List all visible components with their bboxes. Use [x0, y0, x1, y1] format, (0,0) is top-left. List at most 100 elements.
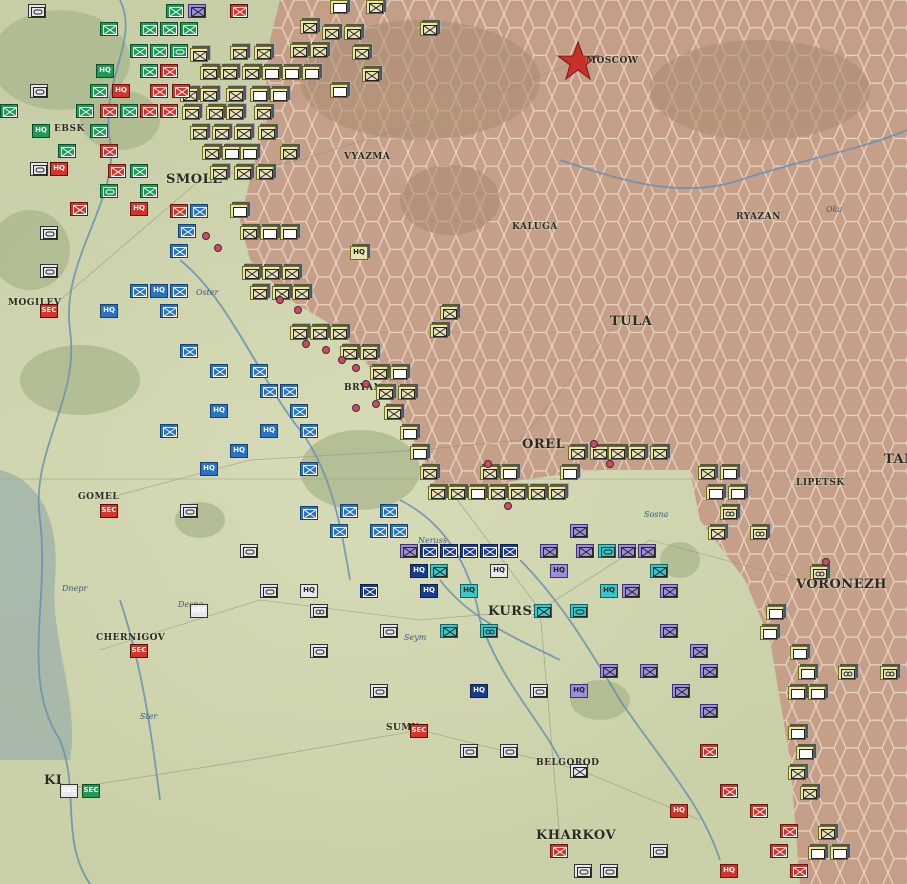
infantry-unit-counter[interactable] — [330, 524, 348, 538]
combat-marker-icon[interactable] — [484, 460, 492, 468]
infantry-unit-counter[interactable] — [576, 544, 594, 558]
headquarters-unit-counter[interactable]: HQ — [460, 584, 478, 598]
infantry-unit-counter[interactable] — [140, 64, 158, 78]
infantry-unit-counter[interactable] — [172, 84, 190, 98]
armor-unit-counter[interactable] — [530, 684, 548, 698]
blank-unit-counter[interactable] — [260, 226, 278, 240]
headquarters-unit-counter[interactable]: HQ — [300, 584, 318, 598]
blank-unit-counter[interactable] — [222, 146, 240, 160]
infantry-unit-counter[interactable] — [230, 4, 248, 18]
infantry-unit-counter[interactable] — [76, 104, 94, 118]
infantry-unit-counter[interactable] — [280, 384, 298, 398]
armor-unit-counter[interactable] — [30, 84, 48, 98]
infantry-unit-counter[interactable] — [180, 22, 198, 36]
motorized-unit-counter[interactable] — [810, 566, 828, 580]
infantry-unit-counter[interactable] — [140, 104, 158, 118]
combat-marker-icon[interactable] — [352, 404, 360, 412]
headquarters-unit-counter[interactable]: HQ — [210, 404, 228, 418]
infantry-unit-counter[interactable] — [250, 364, 268, 378]
motorized-unit-counter[interactable] — [310, 604, 328, 618]
armor-unit-counter[interactable] — [570, 604, 588, 618]
infantry-unit-counter[interactable] — [700, 744, 718, 758]
infantry-unit-counter[interactable] — [480, 466, 498, 480]
infantry-unit-counter[interactable] — [440, 624, 458, 638]
infantry-unit-counter[interactable] — [226, 88, 244, 102]
infantry-unit-counter[interactable] — [548, 486, 566, 500]
security-unit-counter[interactable]: SEC — [130, 644, 148, 658]
combat-marker-icon[interactable] — [372, 400, 380, 408]
infantry-unit-counter[interactable] — [160, 104, 178, 118]
infantry-unit-counter[interactable] — [780, 824, 798, 838]
infantry-unit-counter[interactable] — [360, 346, 378, 360]
infantry-unit-counter[interactable] — [330, 326, 348, 340]
infantry-unit-counter[interactable] — [660, 624, 678, 638]
blank-unit-counter[interactable] — [728, 486, 746, 500]
infantry-unit-counter[interactable] — [234, 126, 252, 140]
infantry-unit-counter[interactable] — [590, 446, 608, 460]
infantry-unit-counter[interactable] — [800, 786, 818, 800]
combat-marker-icon[interactable] — [322, 346, 330, 354]
blank-unit-counter[interactable] — [560, 466, 578, 480]
infantry-unit-counter[interactable] — [750, 804, 768, 818]
blank-unit-counter[interactable] — [798, 666, 816, 680]
infantry-unit-counter[interactable] — [460, 544, 478, 558]
armor-unit-counter[interactable] — [170, 44, 188, 58]
infantry-unit-counter[interactable] — [420, 22, 438, 36]
infantry-unit-counter[interactable] — [130, 284, 148, 298]
infantry-unit-counter[interactable] — [292, 286, 310, 300]
infantry-unit-counter[interactable] — [254, 46, 272, 60]
infantry-unit-counter[interactable] — [428, 486, 446, 500]
armor-unit-counter[interactable] — [240, 544, 258, 558]
combat-marker-icon[interactable] — [214, 244, 222, 252]
headquarters-unit-counter[interactable]: HQ — [470, 684, 488, 698]
infantry-unit-counter[interactable] — [170, 284, 188, 298]
blank-unit-counter[interactable] — [788, 686, 806, 700]
infantry-unit-counter[interactable] — [720, 784, 738, 798]
infantry-unit-counter[interactable] — [628, 446, 646, 460]
infantry-unit-counter[interactable] — [190, 126, 208, 140]
blank-unit-counter[interactable] — [400, 426, 418, 440]
infantry-unit-counter[interactable] — [260, 384, 278, 398]
infantry-unit-counter[interactable] — [640, 664, 658, 678]
infantry-unit-counter[interactable] — [376, 386, 394, 400]
strategy-map[interactable]: MOSCOW SMOLE VYAZMA KALUGA RYAZAN TULA O… — [0, 0, 907, 884]
armor-unit-counter[interactable] — [260, 584, 278, 598]
security-unit-counter[interactable]: SEC — [60, 784, 78, 798]
headquarters-unit-counter[interactable]: HQ — [130, 202, 148, 216]
infantry-unit-counter[interactable] — [362, 68, 380, 82]
blank-unit-counter[interactable] — [788, 726, 806, 740]
infantry-unit-counter[interactable] — [600, 664, 618, 678]
motorized-unit-counter[interactable] — [750, 526, 768, 540]
infantry-unit-counter[interactable] — [202, 146, 220, 160]
blank-unit-counter[interactable] — [282, 66, 300, 80]
blank-unit-counter[interactable] — [706, 486, 724, 500]
combat-marker-icon[interactable] — [338, 356, 346, 364]
infantry-unit-counter[interactable] — [188, 4, 206, 18]
infantry-unit-counter[interactable] — [160, 22, 178, 36]
blank-unit-counter[interactable] — [390, 366, 408, 380]
armor-unit-counter[interactable] — [574, 864, 592, 878]
blank-unit-counter[interactable] — [808, 686, 826, 700]
infantry-unit-counter[interactable] — [690, 644, 708, 658]
infantry-unit-counter[interactable] — [370, 366, 388, 380]
headquarters-unit-counter[interactable]: HQ — [260, 424, 278, 438]
infantry-unit-counter[interactable] — [570, 764, 588, 778]
infantry-unit-counter[interactable] — [258, 126, 276, 140]
blank-unit-counter[interactable] — [468, 486, 486, 500]
headquarters-unit-counter[interactable]: HQ — [150, 284, 168, 298]
infantry-unit-counter[interactable] — [212, 126, 230, 140]
headquarters-unit-counter[interactable]: HQ — [230, 444, 248, 458]
infantry-unit-counter[interactable] — [322, 26, 340, 40]
infantry-unit-counter[interactable] — [290, 326, 308, 340]
infantry-unit-counter[interactable] — [234, 166, 252, 180]
infantry-unit-counter[interactable] — [210, 364, 228, 378]
blank-unit-counter[interactable] — [330, 84, 348, 98]
infantry-unit-counter[interactable] — [788, 766, 806, 780]
infantry-unit-counter[interactable] — [140, 22, 158, 36]
blank-unit-counter[interactable] — [230, 204, 248, 218]
combat-marker-icon[interactable] — [822, 558, 830, 566]
headquarters-unit-counter[interactable]: HQ — [720, 864, 738, 878]
headquarters-unit-counter[interactable]: HQ — [50, 162, 68, 176]
infantry-unit-counter[interactable] — [100, 144, 118, 158]
infantry-unit-counter[interactable] — [100, 22, 118, 36]
